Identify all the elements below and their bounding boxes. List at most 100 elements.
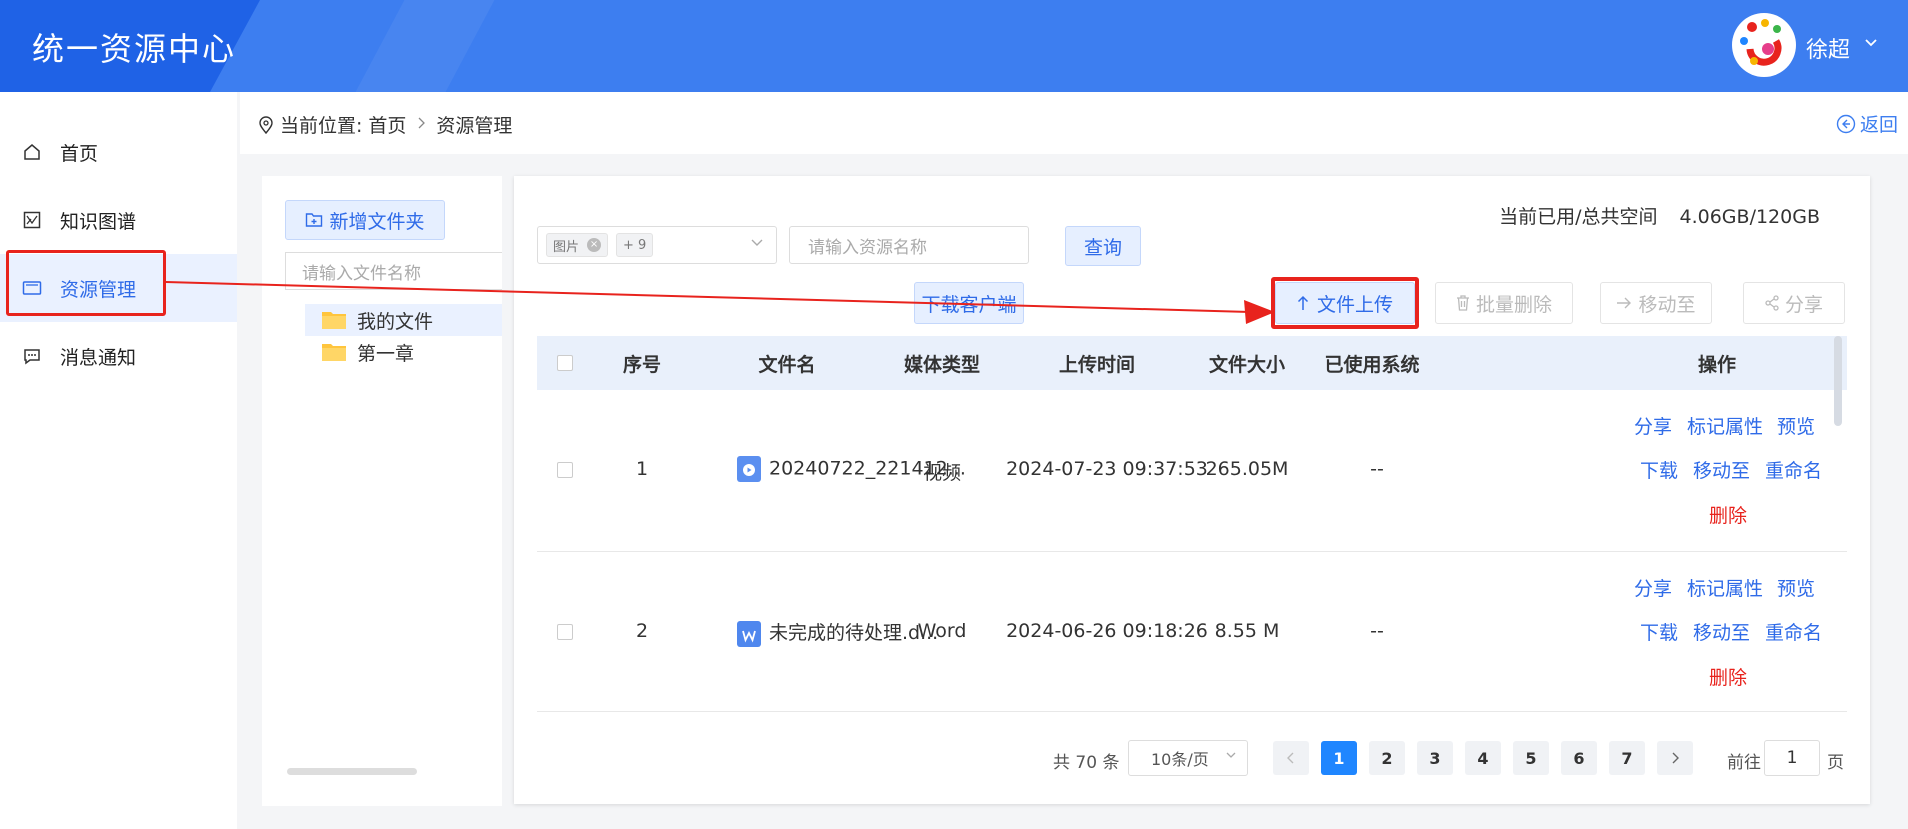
- trash-icon: [1456, 295, 1470, 311]
- preview-link[interactable]: 预览: [1777, 574, 1815, 601]
- file-name-search-input[interactable]: 请输入文件名称: [285, 252, 502, 290]
- back-label: 返回: [1859, 114, 1898, 136]
- annotation-highlight-box: [1271, 277, 1419, 329]
- page-size-value: 10条/页: [1151, 750, 1209, 769]
- resource-list-panel: 当前已用/总共空间 4.06GB/120GB 图片 × + 9 请输入资源名称 查…: [514, 176, 1870, 804]
- header-stripe: [355, 0, 495, 92]
- column-header-actions: 操作: [1697, 354, 1736, 376]
- tree-node-label: 我的文件: [357, 310, 434, 333]
- media-type-select[interactable]: 图片 × + 9: [537, 226, 777, 264]
- page-size-select[interactable]: 10条/页: [1128, 740, 1248, 776]
- new-folder-label: 新增文件夹: [329, 210, 425, 233]
- delete-link[interactable]: 删除: [1709, 501, 1747, 528]
- folder-icon: [321, 310, 357, 330]
- rename-link[interactable]: 重命名: [1765, 456, 1822, 483]
- row-file-size: 265.05M: [1205, 458, 1289, 480]
- tree-node-my-files[interactable]: 我的文件: [305, 304, 502, 336]
- type-tag[interactable]: 图片 ×: [546, 233, 609, 257]
- chevron-down-icon: [1225, 749, 1237, 765]
- share-button[interactable]: 分享: [1743, 282, 1845, 324]
- mark-attribute-link[interactable]: 标记属性: [1687, 574, 1763, 601]
- share-link[interactable]: 分享: [1634, 574, 1672, 601]
- breadcrumb-current: 资源管理: [436, 115, 513, 137]
- breadcrumb-home[interactable]: 首页: [368, 111, 406, 138]
- home-icon: [22, 142, 42, 162]
- share-label: 分享: [1784, 293, 1823, 316]
- app-title: 统一资源中心: [32, 30, 237, 68]
- message-icon: [22, 346, 42, 366]
- user-name[interactable]: 徐超: [1806, 32, 1850, 64]
- mark-attribute-link[interactable]: 标记属性: [1687, 412, 1763, 439]
- preview-link[interactable]: 预览: [1777, 412, 1815, 439]
- goto-suffix: 页: [1827, 753, 1844, 773]
- storage-label: 当前已用/总共空间: [1499, 206, 1658, 228]
- row-used-system: --: [1370, 620, 1384, 642]
- batch-delete-button[interactable]: 批量删除: [1435, 282, 1573, 324]
- row-checkbox[interactable]: [557, 624, 573, 640]
- share-link[interactable]: 分享: [1634, 412, 1672, 439]
- row-used-system: --: [1370, 458, 1384, 480]
- page-button[interactable]: 2: [1369, 741, 1405, 775]
- move-to-link[interactable]: 移动至: [1693, 618, 1750, 645]
- row-file-size: 8.55 M: [1214, 620, 1280, 642]
- prev-page-button[interactable]: [1273, 741, 1309, 775]
- row-index: 2: [635, 620, 649, 642]
- delete-link[interactable]: 删除: [1709, 663, 1747, 690]
- top-header: 统一资源中心 徐超: [0, 0, 1908, 92]
- tree-node-chapter-one[interactable]: 第一章: [305, 336, 502, 368]
- download-link[interactable]: 下载: [1640, 618, 1678, 645]
- sidebar-item-label: 消息通知: [60, 346, 137, 369]
- type-tag-more: + 9: [616, 233, 654, 257]
- sidebar-item-messages[interactable]: 消息通知: [0, 322, 237, 390]
- file-search-placeholder: 请输入文件名称: [302, 263, 421, 284]
- table-row: 2 未完成的待处理.d... Word 2024-06-26 09:18:26 …: [537, 552, 1847, 712]
- resource-name-input[interactable]: 请输入资源名称: [789, 226, 1029, 264]
- page-button[interactable]: 3: [1417, 741, 1453, 775]
- goto-prefix: 前往: [1727, 753, 1761, 773]
- sidebar-item-home[interactable]: 首页: [0, 118, 237, 186]
- page-button[interactable]: 1: [1321, 741, 1357, 775]
- row-upload-time: 2024-07-23 09:37:53: [1006, 458, 1208, 480]
- page-button[interactable]: 5: [1513, 741, 1549, 775]
- new-folder-button[interactable]: 新增文件夹: [285, 200, 445, 240]
- next-page-button[interactable]: [1657, 741, 1693, 775]
- table-header: 序号 文件名 媒体类型 上传时间 文件大小 已使用系统 操作: [537, 336, 1847, 390]
- total-count: 共 70 条: [1053, 753, 1120, 773]
- sidebar-item-label: 知识图谱: [60, 210, 137, 233]
- share-icon: [1765, 295, 1779, 311]
- back-button[interactable]: 返回: [1836, 110, 1898, 137]
- storage-value: 4.06GB/120GB: [1679, 206, 1821, 228]
- column-header-media-type: 媒体类型: [903, 354, 980, 376]
- folder-tree-panel: 新增文件夹 请输入文件名称 我的文件 第一章: [262, 176, 502, 806]
- user-avatar[interactable]: [1732, 13, 1796, 77]
- breadcrumb-prefix: 当前位置:: [280, 115, 363, 137]
- arrow-right-icon: [1616, 296, 1632, 310]
- chevron-down-icon[interactable]: [1863, 34, 1879, 55]
- annotation-highlight-box: [6, 250, 166, 316]
- page-button[interactable]: 4: [1465, 741, 1501, 775]
- column-header-upload-time: 上传时间: [1058, 354, 1135, 376]
- row-index: 1: [635, 458, 649, 480]
- breadcrumb-bar: 当前位置: 首页 资源管理 返回: [240, 92, 1908, 154]
- video-file-icon: [737, 456, 761, 482]
- download-link[interactable]: 下载: [1640, 456, 1678, 483]
- move-to-button[interactable]: 移动至: [1600, 282, 1712, 324]
- page-button[interactable]: 6: [1561, 741, 1597, 775]
- query-button[interactable]: 查询: [1065, 226, 1141, 266]
- move-to-label: 移动至: [1638, 293, 1696, 316]
- page-button[interactable]: 7: [1609, 741, 1645, 775]
- rename-link[interactable]: 重命名: [1765, 618, 1822, 645]
- tree-horizontal-scrollbar[interactable]: [287, 768, 417, 775]
- sidebar-item-knowledge-graph[interactable]: 知识图谱: [0, 186, 237, 254]
- move-to-link[interactable]: 移动至: [1693, 456, 1750, 483]
- select-all-checkbox[interactable]: [557, 355, 573, 371]
- goto-page-input[interactable]: 1: [1764, 740, 1820, 776]
- row-checkbox[interactable]: [557, 462, 573, 478]
- column-header-used-system: 已使用系统: [1324, 354, 1420, 376]
- folder-icon: [321, 342, 357, 362]
- download-client-button[interactable]: 下载客户端: [914, 282, 1024, 324]
- table-row: 1 20240722_221412... 视频 2024-07-23 09:37…: [537, 390, 1847, 552]
- close-icon[interactable]: ×: [587, 238, 602, 252]
- back-arrow-icon: [1836, 114, 1856, 134]
- chevron-right-icon: [416, 115, 426, 134]
